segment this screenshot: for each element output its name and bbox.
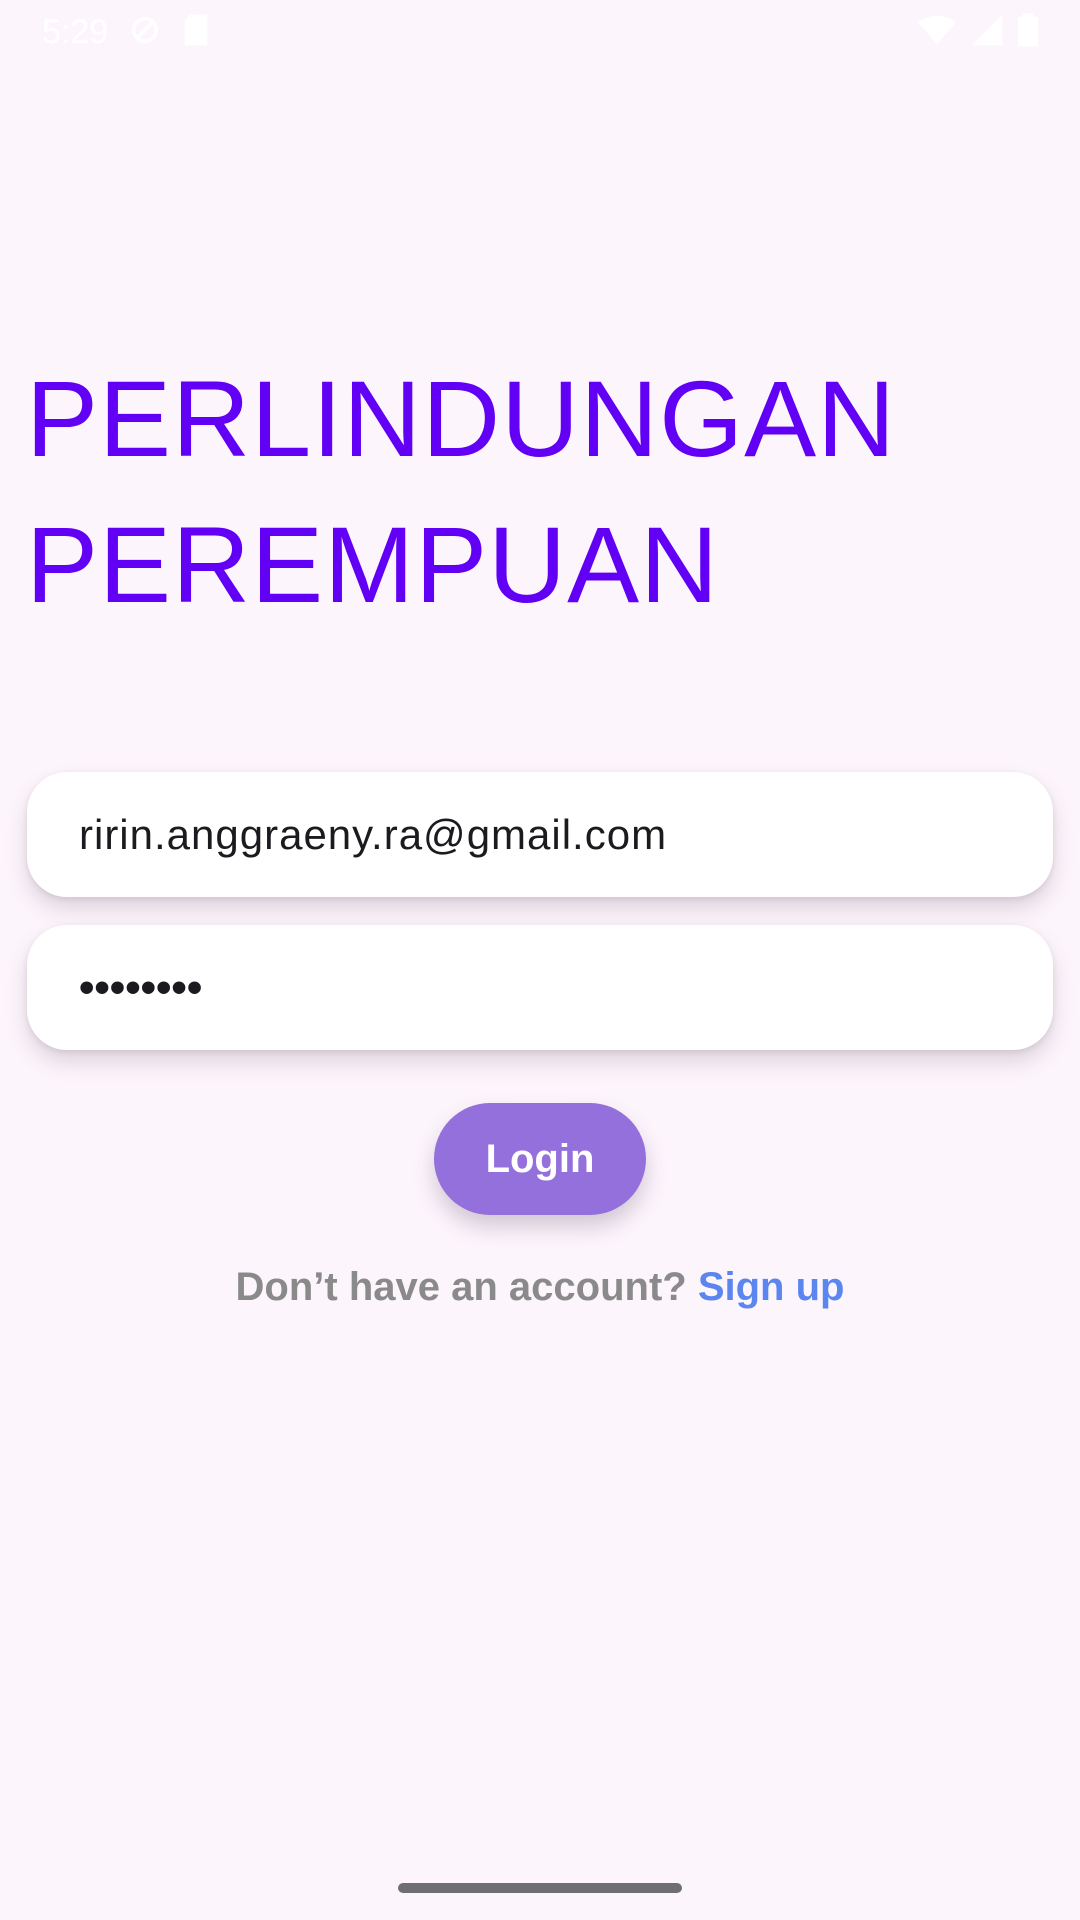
signup-prompt-text: Don’t have an account? xyxy=(235,1265,698,1309)
battery-icon xyxy=(1018,12,1038,52)
status-bar-left: 5:29 xyxy=(42,13,210,52)
signup-link[interactable]: Sign up xyxy=(698,1265,845,1309)
email-field[interactable] xyxy=(27,772,1053,897)
signup-prompt-row: Don’t have an account? Sign up xyxy=(0,1265,1080,1310)
gesture-nav-handle[interactable] xyxy=(398,1883,682,1893)
login-button[interactable]: Login xyxy=(434,1103,646,1215)
email-input[interactable] xyxy=(79,810,1053,859)
password-input[interactable]: •••••••• xyxy=(79,963,202,1013)
data-saver-icon xyxy=(128,13,162,52)
signal-icon xyxy=(970,13,1004,52)
password-field[interactable]: •••••••• xyxy=(27,925,1053,1050)
app-title-line-1: PERLINDUNGAN xyxy=(26,358,897,479)
sim-card-icon xyxy=(182,13,210,52)
app-title-line-2: PEREMPUAN xyxy=(26,504,720,625)
login-screen: 5:29 PERLINDUNGAN PEREMPUAN •••• xyxy=(0,0,1080,1920)
status-time: 5:29 xyxy=(42,12,109,51)
status-bar: 5:29 xyxy=(0,0,1080,64)
status-bar-right xyxy=(918,12,1038,52)
wifi-icon xyxy=(918,13,956,52)
app-title: PERLINDUNGAN PEREMPUAN xyxy=(26,346,1056,638)
